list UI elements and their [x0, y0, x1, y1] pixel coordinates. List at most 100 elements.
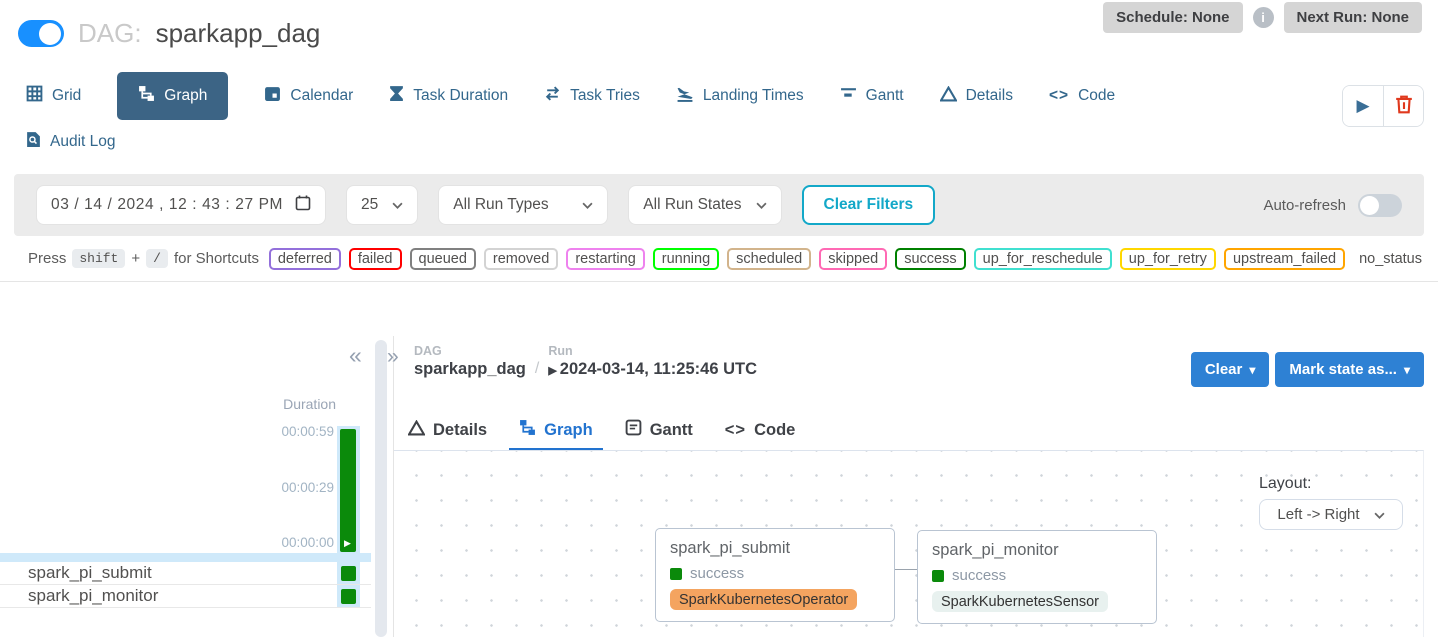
operator-badge: SparkKubernetesOperator: [670, 589, 857, 610]
triangle-icon: [408, 420, 425, 441]
task-row-spark-pi-monitor[interactable]: spark_pi_monitor: [0, 585, 371, 608]
mark-state-as-button[interactable]: Mark state as... ▾: [1275, 352, 1424, 387]
tab-gantt[interactable]: Gantt: [840, 85, 904, 107]
task-instance-success-square[interactable]: [341, 566, 356, 581]
task-row-spark-pi-submit[interactable]: spark_pi_submit: [0, 562, 371, 585]
collapse-panel-icon[interactable]: «: [349, 344, 362, 367]
code-icon: <>: [725, 421, 746, 440]
duration-tick: 00:00:59: [0, 424, 334, 439]
triangle-icon: [940, 86, 957, 107]
audit-log-icon: [26, 131, 41, 153]
selected-run-marker-icon: ▶: [344, 538, 351, 549]
caret-down-icon: ▾: [1404, 363, 1410, 377]
run-tab-graph[interactable]: Graph: [519, 419, 593, 441]
grid-icon: [26, 85, 43, 107]
info-icon[interactable]: i: [1253, 7, 1274, 28]
tab-calendar[interactable]: Calendar: [264, 85, 353, 107]
task-instance-success-square[interactable]: [341, 589, 356, 604]
run-tabs: Details Graph Gantt <> Code: [408, 410, 795, 450]
dag-pause-toggle[interactable]: [18, 20, 64, 47]
shift-key: shift: [72, 249, 125, 268]
clear-run-button[interactable]: Clear ▾: [1191, 352, 1270, 387]
legend-failed[interactable]: failed: [349, 248, 402, 270]
clear-filters-button[interactable]: Clear Filters: [802, 185, 936, 225]
next-run-badge: Next Run: None: [1284, 2, 1423, 33]
task-name: spark_pi_submit: [28, 563, 152, 582]
tab-landing-times[interactable]: Landing Times: [676, 85, 804, 107]
task-edge: [895, 569, 917, 570]
run-marker-icon: ▶: [548, 365, 556, 377]
tab-code[interactable]: <> Code: [1049, 87, 1115, 105]
legend-scheduled[interactable]: scheduled: [727, 248, 811, 270]
legend-upstream-failed[interactable]: upstream_failed: [1224, 248, 1345, 270]
legend-queued[interactable]: queued: [410, 248, 476, 270]
breadcrumb-dag-value[interactable]: sparkapp_dag: [414, 360, 526, 379]
legend-running[interactable]: running: [653, 248, 719, 270]
dag-nav-tabs: Grid Graph Calendar Task Duration Task T…: [0, 72, 1438, 120]
tab-task-duration[interactable]: Task Duration: [389, 85, 508, 107]
duration-axis-label: Duration: [0, 396, 336, 412]
legend-skipped[interactable]: skipped: [819, 248, 887, 270]
tab-graph[interactable]: Graph: [117, 72, 228, 120]
graph-canvas[interactable]: Layout: Left -> Right spark_pi_submit su…: [394, 450, 1424, 637]
task-name: spark_pi_monitor: [28, 586, 158, 605]
breadcrumb: DAG sparkapp_dag / Run ▶2024-03-14, 11:2…: [414, 344, 757, 379]
main-area: « Duration 00:00:59 00:00:29 00:00:00 ▶ …: [0, 322, 1438, 637]
task-instance-cell: [337, 585, 360, 607]
legend-no-status: no_status: [1359, 251, 1422, 267]
legend-deferred[interactable]: deferred: [269, 248, 341, 270]
calendar-icon: [264, 85, 281, 107]
run-datetime-input[interactable]: 03 / 14 / 2024 , 12 : 43 : 27 PM: [36, 185, 326, 225]
legend-row: Press shift + / for Shortcuts deferred f…: [0, 236, 1438, 282]
gantt-doc-icon: [625, 419, 642, 441]
delete-dag-button[interactable]: [1383, 86, 1423, 126]
graph-node-spark-pi-submit[interactable]: spark_pi_submit success SparkKubernetesO…: [655, 528, 895, 622]
breadcrumb-separator: /: [535, 360, 539, 379]
expand-panel-icon[interactable]: »: [387, 346, 399, 367]
chevron-down-icon: [582, 196, 593, 214]
sidebar-scrollbar[interactable]: [375, 340, 387, 637]
toggle-knob: [1360, 196, 1379, 215]
tab-task-tries[interactable]: Task Tries: [544, 85, 640, 107]
run-duration-bar[interactable]: [340, 429, 356, 552]
legend-success[interactable]: success: [895, 248, 965, 270]
legend-restarting[interactable]: restarting: [566, 248, 644, 270]
node-state-label: success: [690, 565, 744, 582]
node-task-name: spark_pi_monitor: [932, 541, 1142, 560]
breadcrumb-run-value[interactable]: ▶2024-03-14, 11:25:46 UTC: [548, 360, 757, 379]
tab-grid[interactable]: Grid: [26, 85, 81, 107]
dag-prefix-label: DAG:: [78, 18, 142, 49]
run-tab-code[interactable]: <> Code: [725, 421, 796, 440]
success-square-icon: [932, 570, 944, 582]
graph-node-spark-pi-monitor[interactable]: spark_pi_monitor success SparkKubernetes…: [917, 530, 1157, 624]
chevron-down-icon: [392, 196, 403, 214]
hourglass-icon: [389, 85, 404, 107]
node-state-label: success: [952, 567, 1006, 584]
breadcrumb-run-label: Run: [548, 344, 757, 358]
layout-select[interactable]: Left -> Right: [1259, 499, 1403, 530]
dag-nav-tabs-row2: Audit Log: [0, 124, 1438, 160]
play-icon: ▶: [1356, 96, 1369, 116]
auto-refresh-toggle[interactable]: [1358, 194, 1402, 217]
tab-details[interactable]: Details: [940, 86, 1013, 107]
run-column-strip: [0, 553, 371, 562]
tab-audit-log[interactable]: Audit Log: [26, 131, 116, 153]
layout-label: Layout:: [1259, 475, 1403, 493]
legend-up-for-reschedule[interactable]: up_for_reschedule: [974, 248, 1112, 270]
run-types-select[interactable]: All Run Types: [438, 185, 608, 225]
run-tab-gantt[interactable]: Gantt: [625, 419, 693, 441]
run-tab-details[interactable]: Details: [408, 420, 487, 441]
page-size-select[interactable]: 25: [346, 185, 418, 225]
code-icon: <>: [1049, 87, 1069, 105]
node-task-name: spark_pi_submit: [670, 539, 880, 558]
legend-removed[interactable]: removed: [484, 248, 558, 270]
legend-up-for-retry[interactable]: up_for_retry: [1120, 248, 1216, 270]
chevron-down-icon: [756, 196, 767, 214]
trigger-dag-button[interactable]: ▶: [1343, 86, 1383, 126]
run-states-select[interactable]: All Run States: [628, 185, 781, 225]
duration-tick: 00:00:00: [0, 535, 334, 550]
task-instance-cell: [337, 562, 360, 584]
task-list: spark_pi_submit spark_pi_monitor: [0, 562, 371, 608]
caret-down-icon: ▾: [1249, 363, 1255, 377]
run-detail-panel: » DAG sparkapp_dag / Run ▶2024-03-14, 11…: [394, 322, 1438, 637]
